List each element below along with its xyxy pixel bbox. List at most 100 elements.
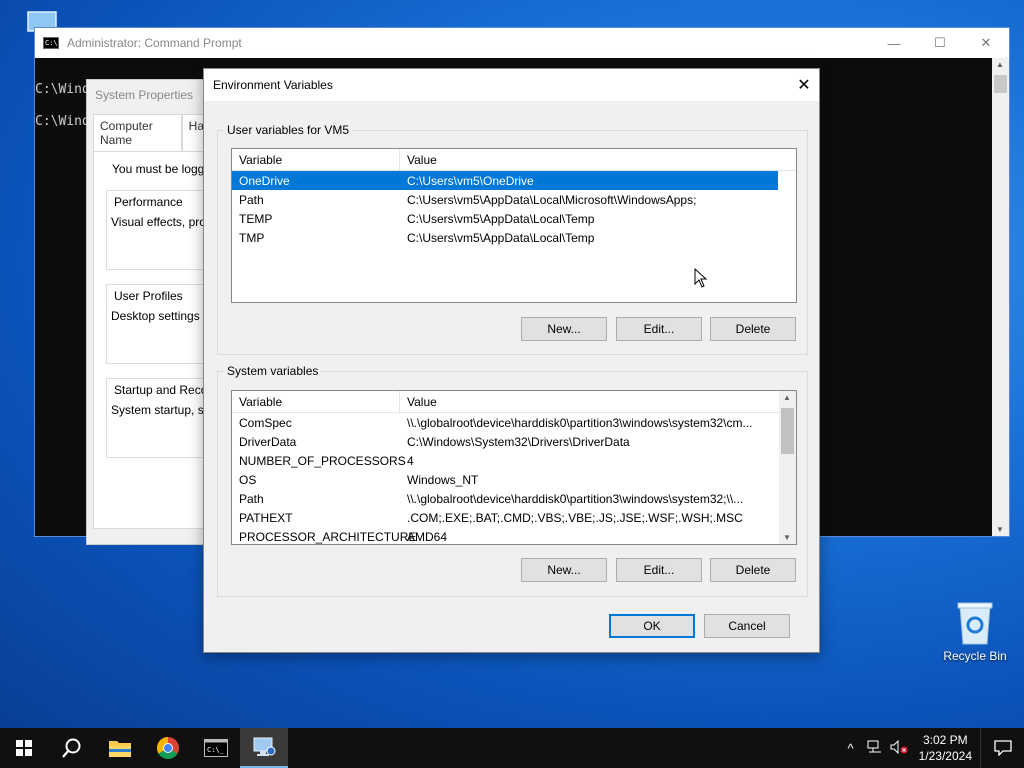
list-header: Variable Value [232,391,779,413]
group-body: Desktop settings re [111,309,208,323]
cmd-scroll-thumb[interactable] [994,75,1007,93]
env-title-bar[interactable]: Environment Variables ✕ [204,69,819,101]
terminal-icon: C:\_ [204,739,228,757]
table-row[interactable]: NUMBER_OF_PROCESSORS 4 [232,451,796,470]
variable-value-cell: C:\Windows\System32\Drivers\DriverData [407,434,630,449]
folder-icon [109,741,131,757]
environment-variables-dialog[interactable]: Environment Variables ✕ User variables f… [203,68,820,653]
notification-icon [993,740,1012,756]
variable-value-cell: \\.\globalroot\device\harddisk0\partitio… [407,491,744,506]
scroll-down-icon[interactable]: ▼ [996,525,1004,534]
group-body: Visual effects, proc [111,215,208,229]
performance-group: Performance Visual effects, proc [106,190,208,270]
tab-computer-name[interactable]: Computer Name [93,114,182,151]
system-variables-title: System variables [224,364,322,378]
user-profiles-group: User Profiles Desktop settings re [106,284,208,364]
taskbar: C:\_ ^ 3:02 PM 1/23/2024 [0,728,1024,768]
env-dialog-title: Environment Variables [213,78,333,92]
variable-value-cell: C:\Users\vm5\AppData\Local\Microsoft\Win… [407,192,697,207]
variable-value-cell: C:\Users\vm5\AppData\Local\Temp [407,230,595,245]
mouse-cursor-icon [694,268,708,288]
col-value-header[interactable]: Value [400,149,444,170]
cmd-scrollbar[interactable]: ▲ ▼ [992,58,1009,536]
table-row[interactable]: OneDrive C:\Users\vm5\OneDrive [232,171,778,190]
group-title: User Profiles [111,289,186,303]
user-new-button[interactable]: New... [521,317,607,341]
system-variables-group: System variables Variable Value ComSpec \… [217,364,808,597]
variable-value-cell: .COM;.EXE;.BAT;.CMD;.VBS;.VBE;.JS;.JSE;.… [407,510,743,525]
clock[interactable]: 3:02 PM 1/23/2024 [911,732,980,764]
system-properties-icon [253,737,276,756]
scroll-up-icon[interactable]: ▲ [783,393,791,402]
variable-name-cell: PROCESSOR_ARCHITECTURE [239,529,417,544]
svg-text:C:\_: C:\_ [207,746,225,754]
ok-button[interactable]: OK [609,614,695,638]
file-explorer-taskbar-button[interactable] [96,728,144,768]
variable-value-cell: AMD64 [407,529,448,544]
variable-value-cell: \\.\globalroot\device\harddisk0\partitio… [407,415,753,430]
network-icon[interactable] [863,740,887,757]
table-row[interactable]: ComSpec \\.\globalroot\device\harddisk0\p… [232,413,796,432]
recycle-bin-desktop-icon[interactable]: Recycle Bin [938,600,1012,663]
cmd-title: Administrator: Command Prompt [67,36,242,50]
table-row[interactable]: TMP C:\Users\vm5\AppData\Local\Temp [232,228,796,247]
chevron-up-icon[interactable]: ^ [839,741,863,756]
table-row[interactable]: Path C:\Users\vm5\AppData\Local\Microsoft… [232,190,796,209]
group-body: System startup, sys [111,403,208,417]
sysprop-intro: You must be logged [112,162,209,176]
group-title: Startup and Recov [111,383,207,397]
table-row[interactable]: TEMP C:\Users\vm5\AppData\Local\Temp [232,209,796,228]
system-list-scrollbar[interactable]: ▲ ▼ [779,391,796,544]
variable-name-cell: OneDrive [239,173,290,188]
maximize-icon[interactable]: ☐ [917,28,963,58]
table-row[interactable]: PROCESSOR_ARCHITECTURE AMD64 [232,527,796,544]
system-properties-taskbar-button[interactable] [240,728,288,768]
col-value-header[interactable]: Value [400,391,444,412]
variable-name-cell: OS [239,472,257,487]
cmd-app-icon: C:\ [43,37,59,49]
table-row[interactable]: Path \\.\globalroot\device\harddisk0\part… [232,489,796,508]
scroll-down-icon[interactable]: ▼ [783,533,791,542]
volume-muted-icon[interactable] [887,739,911,757]
col-variable-header[interactable]: Variable [232,391,400,412]
scroll-up-icon[interactable]: ▲ [996,60,1004,69]
variable-name-cell: TMP [239,230,265,245]
col-variable-header[interactable]: Variable [232,149,400,170]
start-button[interactable] [0,728,48,768]
minimize-icon[interactable]: — [871,28,917,58]
system-delete-button[interactable]: Delete [710,558,796,582]
system-variables-list[interactable]: Variable Value ComSpec \\.\globalroot\dev… [231,390,797,545]
recycle-bin-label: Recycle Bin [943,649,1007,663]
variable-name-cell: ComSpec [239,415,292,430]
user-variables-title: User variables for VM5 [224,123,353,137]
variable-value-cell: C:\Users\vm5\AppData\Local\Temp [407,211,595,226]
cancel-button[interactable]: Cancel [704,614,790,638]
startup-recovery-group: Startup and Recov System startup, sys [106,378,208,458]
table-row[interactable]: PATHEXT .COM;.EXE;.BAT;.CMD;.VBS;.VBE;.JS… [232,508,796,527]
clock-date: 1/23/2024 [918,749,972,763]
recycle-bin-icon [957,602,993,645]
sysprop-title: System Properties [95,88,194,102]
variable-name-cell: NUMBER_OF_PROCESSORS [239,453,406,468]
system-edit-button[interactable]: Edit... [616,558,702,582]
clock-time: 3:02 PM [922,733,968,747]
cmd-taskbar-button[interactable]: C:\_ [192,728,240,768]
search-icon [62,738,81,758]
system-new-button[interactable]: New... [521,558,607,582]
action-center-button[interactable] [980,728,1024,768]
search-button[interactable] [48,728,96,768]
user-variables-list[interactable]: Variable Value OneDrive C:\Users\vm5\OneD… [231,148,797,303]
list-header: Variable Value [232,149,796,171]
table-row[interactable]: OS Windows_NT [232,470,796,489]
table-row[interactable]: DriverData C:\Windows\System32\Drivers\Dr… [232,432,796,451]
cmd-title-bar[interactable]: C:\ Administrator: Command Prompt — ☐ ✕ [35,28,1009,58]
chrome-taskbar-button[interactable] [144,728,192,768]
variable-name-cell: PATHEXT [239,510,293,525]
user-edit-button[interactable]: Edit... [616,317,702,341]
system-properties-window[interactable]: System Properties Computer Name Har You … [86,79,216,545]
close-icon[interactable]: ✕ [963,28,1009,58]
user-variables-group: User variables for VM5 Variable Value On… [217,123,808,355]
scroll-thumb[interactable] [781,408,794,454]
close-icon[interactable]: ✕ [789,70,819,100]
user-delete-button[interactable]: Delete [710,317,796,341]
